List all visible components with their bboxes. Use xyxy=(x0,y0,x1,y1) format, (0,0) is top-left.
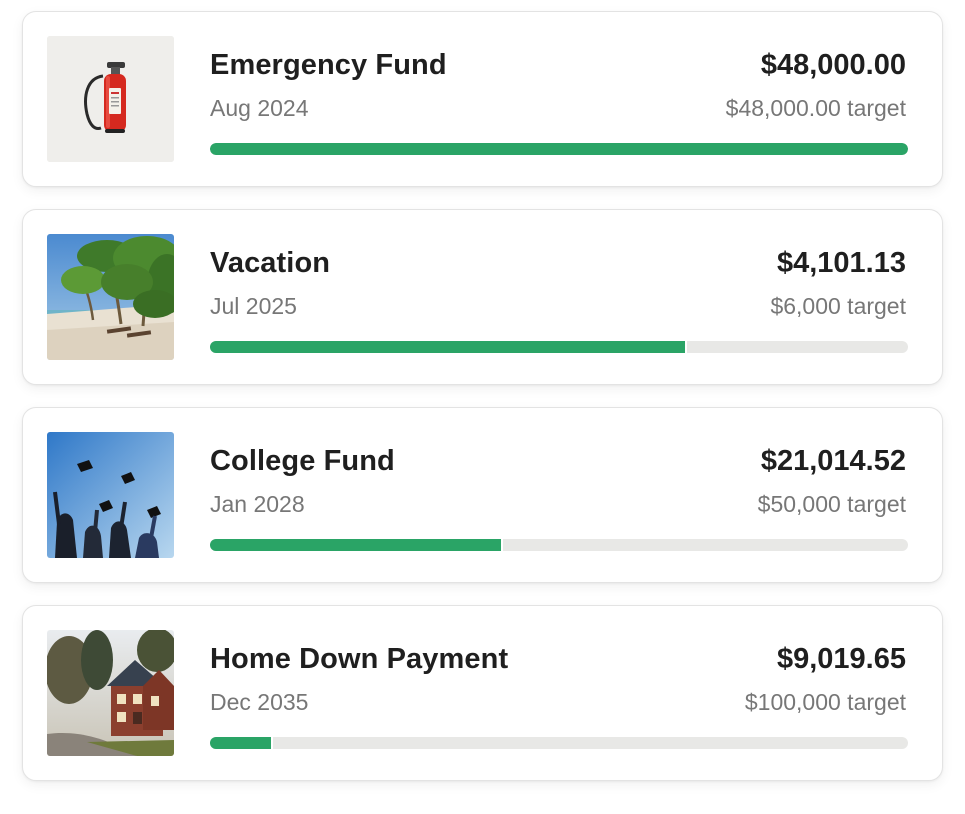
goal-date: Dec 2035 xyxy=(210,689,309,715)
goal-target: $100,000 target xyxy=(744,689,906,715)
goal-amount: $9,019.65 xyxy=(776,643,906,675)
goal-amount: $48,000.00 xyxy=(760,49,906,81)
goal-target: $48,000.00 target xyxy=(725,95,906,121)
goal-card-emergency-fund[interactable]: Emergency Fund Aug 2024 $48,000.00 $48,0… xyxy=(22,11,943,187)
goal-amount: $4,101.13 xyxy=(776,247,906,279)
progress-bar-track xyxy=(210,737,908,749)
goal-name: College Fund xyxy=(210,445,395,477)
progress-bar-fill xyxy=(210,143,908,155)
goal-date: Jan 2028 xyxy=(210,491,305,517)
goal-target: $50,000 target xyxy=(757,491,906,517)
savings-goals-list: Emergency Fund Aug 2024 $48,000.00 $48,0… xyxy=(0,0,965,814)
goal-card-college-fund[interactable]: College Fund Jan 2028 $21,014.52 $50,000… xyxy=(22,407,943,583)
graduation-caps-image xyxy=(47,432,174,558)
goal-name: Vacation xyxy=(210,247,331,279)
progress-bar-track xyxy=(210,539,908,551)
beach-palm-trees-image xyxy=(47,234,174,360)
goal-name: Emergency Fund xyxy=(210,49,447,81)
goal-card-vacation[interactable]: Vacation Jul 2025 $4,101.13 $6,000 targe… xyxy=(22,209,943,385)
fire-extinguisher-image xyxy=(47,36,174,162)
goal-card-home-down-payment[interactable]: Home Down Payment Dec 2035 $9,019.65 $10… xyxy=(22,605,943,781)
progress-bar-track xyxy=(210,143,908,155)
goal-amount: $21,014.52 xyxy=(760,445,906,477)
house-image xyxy=(47,630,174,756)
progress-bar-track xyxy=(210,341,908,353)
progress-bar-fill xyxy=(210,737,273,749)
goal-date: Aug 2024 xyxy=(210,95,309,121)
goal-name: Home Down Payment xyxy=(210,643,509,675)
progress-bar-fill xyxy=(210,341,688,353)
goal-date: Jul 2025 xyxy=(210,293,297,319)
progress-bar-fill xyxy=(210,539,504,551)
goal-target: $6,000 target xyxy=(770,293,906,319)
